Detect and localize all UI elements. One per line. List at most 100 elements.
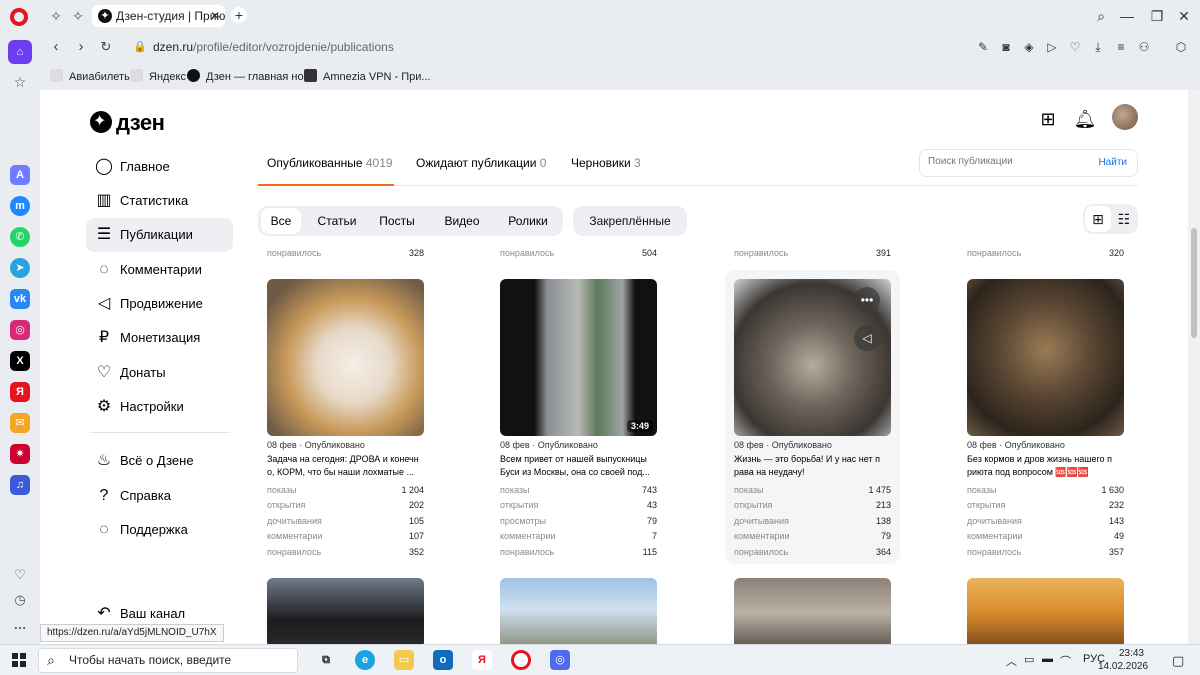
file-explorer-icon[interactable]: ▭ [394, 650, 414, 670]
tab-close-icon[interactable]: ✕ [210, 5, 220, 27]
filter-posts[interactable]: Посты [370, 208, 424, 234]
publication-card[interactable]: 08 фев · Опубликовано Задача на сегодня:… [267, 279, 439, 559]
list-view-icon[interactable]: ☷ [1111, 206, 1137, 232]
taskbar-search[interactable]: ⌕ Чтобы начать поиск, введите [38, 648, 298, 673]
publication-title[interactable]: Задача на сегодня: ДРОВА и конечн о, КОР… [267, 453, 427, 478]
nav-item-support[interactable]: ◌ Поддержка [86, 513, 233, 547]
pinned-button[interactable]: Закреплённые [573, 206, 687, 236]
yandex-icon[interactable]: Я [10, 382, 30, 402]
close-window-icon[interactable]: ✕ [1172, 6, 1196, 26]
lock-icon[interactable]: 🔒 [133, 40, 147, 53]
whatsapp-icon[interactable]: ✆ [10, 227, 30, 247]
filter-all[interactable]: Все [261, 208, 301, 234]
aria-icon[interactable]: A [10, 165, 30, 185]
more-options-icon[interactable]: ••• [854, 287, 880, 313]
home-icon[interactable]: ⌂ [8, 40, 32, 64]
restore-icon[interactable]: ❐ [1145, 6, 1169, 26]
edge-icon[interactable]: e [355, 650, 375, 670]
easy-setup-icon[interactable]: ≡ [1113, 39, 1129, 55]
search-input[interactable] [928, 156, 1088, 167]
forward-icon[interactable]: › [72, 38, 90, 56]
camera-icon[interactable]: ◙ [998, 39, 1014, 55]
task-view-icon[interactable]: ⧉ [316, 650, 336, 670]
bell-icon[interactable]: 🔔︎ [1073, 107, 1097, 131]
instagram-icon[interactable]: ◎ [10, 320, 30, 340]
nav-item-promotion[interactable]: ◁ Продвижение [86, 287, 233, 321]
heart-icon[interactable]: ♡ [10, 565, 30, 585]
app-icon[interactable]: ◎ [550, 650, 570, 670]
bookmark-item[interactable]: Дзен — главная но... [187, 69, 313, 83]
network-icon[interactable]: ⌒ [1060, 653, 1071, 669]
publication-thumbnail[interactable] [734, 578, 891, 644]
download-icon[interactable]: ⤓ [1090, 39, 1106, 55]
nav-item-help[interactable]: ? Справка [86, 479, 233, 513]
workspace-icon[interactable]: ✧ [46, 6, 66, 26]
bookmark-item[interactable]: Яндекс [130, 69, 186, 83]
star-icon[interactable]: ☆ [10, 72, 30, 92]
grid-view-icon[interactable]: ⊞ [1085, 206, 1111, 232]
nav-item-monetization[interactable]: ₽ Монетизация [86, 321, 233, 355]
publication-card[interactable]: ••• ◁ 08 фев · Опубликовано Жизнь — это … [725, 270, 900, 564]
music-icon[interactable]: ♫ [10, 475, 30, 495]
bookmark-item[interactable]: Amnezia VPN - При... [304, 69, 431, 83]
publication-card[interactable]: 08 фев · Опубликовано Без кормов и дров … [967, 279, 1139, 559]
tab-scheduled[interactable]: Ожидают публикации 0 [416, 156, 546, 170]
url-field[interactable]: dzen.ru/profile/editor/vozrojdenie/publi… [153, 40, 394, 54]
tray-icon[interactable]: ▭ [1024, 653, 1034, 666]
nav-item-main[interactable]: ◯ Главное [86, 150, 233, 184]
nav-item-statistics[interactable]: ▥ Статистика [86, 184, 233, 218]
search-button[interactable]: Найти [1098, 157, 1127, 168]
heart-icon[interactable]: ♡ [1067, 39, 1083, 55]
workspace-2-icon[interactable]: ✧ [68, 6, 88, 26]
publication-title[interactable]: Всем привет от нашей выпускницы Буси из … [500, 453, 660, 478]
nav-item-donations[interactable]: ♡ Донаты [86, 356, 233, 390]
minimize-icon[interactable]: — [1115, 6, 1139, 26]
history-icon[interactable]: ◷ [10, 590, 30, 610]
player-icon[interactable]: ▷ [1044, 39, 1060, 55]
nav-item-settings[interactable]: ⚙ Настройки [86, 390, 233, 424]
messenger-icon[interactable]: m [10, 196, 30, 216]
search-tabs-icon[interactable]: ⌕ [1089, 6, 1113, 26]
dzen-logo[interactable]: дзен [90, 110, 165, 135]
yandex-browser-icon[interactable]: Я [472, 650, 492, 670]
filter-shorts[interactable]: Ролики [498, 208, 558, 234]
opera-taskbar-icon[interactable] [511, 650, 531, 670]
clock[interactable]: 23:43 14.02.2026 [1098, 647, 1148, 673]
publication-title[interactable]: Без кормов и дров жизнь нашего п риюта п… [967, 453, 1127, 478]
reload-icon[interactable]: ↻ [97, 38, 115, 56]
filter-videos[interactable]: Видео [434, 208, 490, 234]
publication-title[interactable]: Жизнь — это борьба! И у нас нет п рава н… [734, 453, 894, 478]
publication-thumbnail[interactable] [267, 578, 424, 644]
tray-expand-icon[interactable]: ︿ [1006, 653, 1017, 669]
page-scrollbar[interactable] [1188, 90, 1200, 644]
nav-item-comments[interactable]: ◌ Комментарии [86, 253, 233, 287]
add-publication-icon[interactable]: ⊞ [1036, 107, 1060, 131]
bookmark-item[interactable]: Авиабилеты [50, 69, 132, 83]
game-icon[interactable]: ✷ [10, 444, 30, 464]
publication-thumbnail[interactable] [967, 578, 1124, 644]
edit-icon[interactable]: ✎ [975, 39, 991, 55]
x-icon[interactable]: X [10, 351, 30, 371]
scrollbar-thumb[interactable] [1191, 228, 1197, 338]
tab-drafts[interactable]: Черновики 3 [571, 156, 641, 170]
browser-tab[interactable]: ✦ Дзен-студия | Приют Пла ✕ [92, 5, 225, 27]
vk-icon[interactable]: vk [10, 289, 30, 309]
windows-start-icon[interactable] [12, 653, 26, 667]
nav-item-publications[interactable]: ☰ Публикации [86, 218, 233, 252]
back-icon[interactable]: ‹ [47, 38, 65, 56]
outlook-icon[interactable]: o [433, 650, 453, 670]
promote-icon[interactable]: ◁ [854, 325, 880, 351]
telegram-icon[interactable]: ➤ [10, 258, 30, 278]
nav-item-about-dzen[interactable]: ♨ Всё о Дзене [86, 444, 233, 478]
avatar[interactable] [1112, 104, 1138, 130]
filter-articles[interactable]: Статьи [308, 208, 366, 234]
more-icon[interactable]: … [10, 615, 30, 635]
publication-card[interactable]: 3:49 08 фев · Опубликовано Всем привет о… [500, 279, 672, 559]
opera-logo-icon[interactable] [10, 8, 28, 26]
publication-thumbnail[interactable] [500, 578, 657, 644]
notifications-icon[interactable]: ▢ [1172, 653, 1184, 669]
profile-icon[interactable]: ⚇ [1136, 39, 1152, 55]
mail-icon[interactable]: ✉ [10, 413, 30, 433]
tab-published[interactable]: Опубликованные 4019 [267, 156, 393, 170]
battery-icon[interactable]: ▬ [1042, 653, 1053, 665]
